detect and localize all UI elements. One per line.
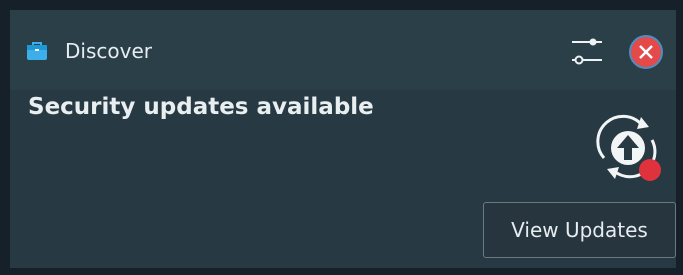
- discover-bag-icon: [27, 42, 47, 60]
- sliders-icon[interactable]: [566, 30, 608, 72]
- app-name: Discover: [65, 39, 152, 63]
- notification-header: Discover: [10, 10, 676, 90]
- view-updates-button[interactable]: View Updates: [483, 202, 676, 258]
- close-icon[interactable]: [626, 32, 666, 72]
- notification-title: Security updates available: [28, 94, 374, 120]
- update-arrow-icon: [596, 114, 661, 181]
- notification-popup: Discover Security updates available View…: [10, 10, 676, 268]
